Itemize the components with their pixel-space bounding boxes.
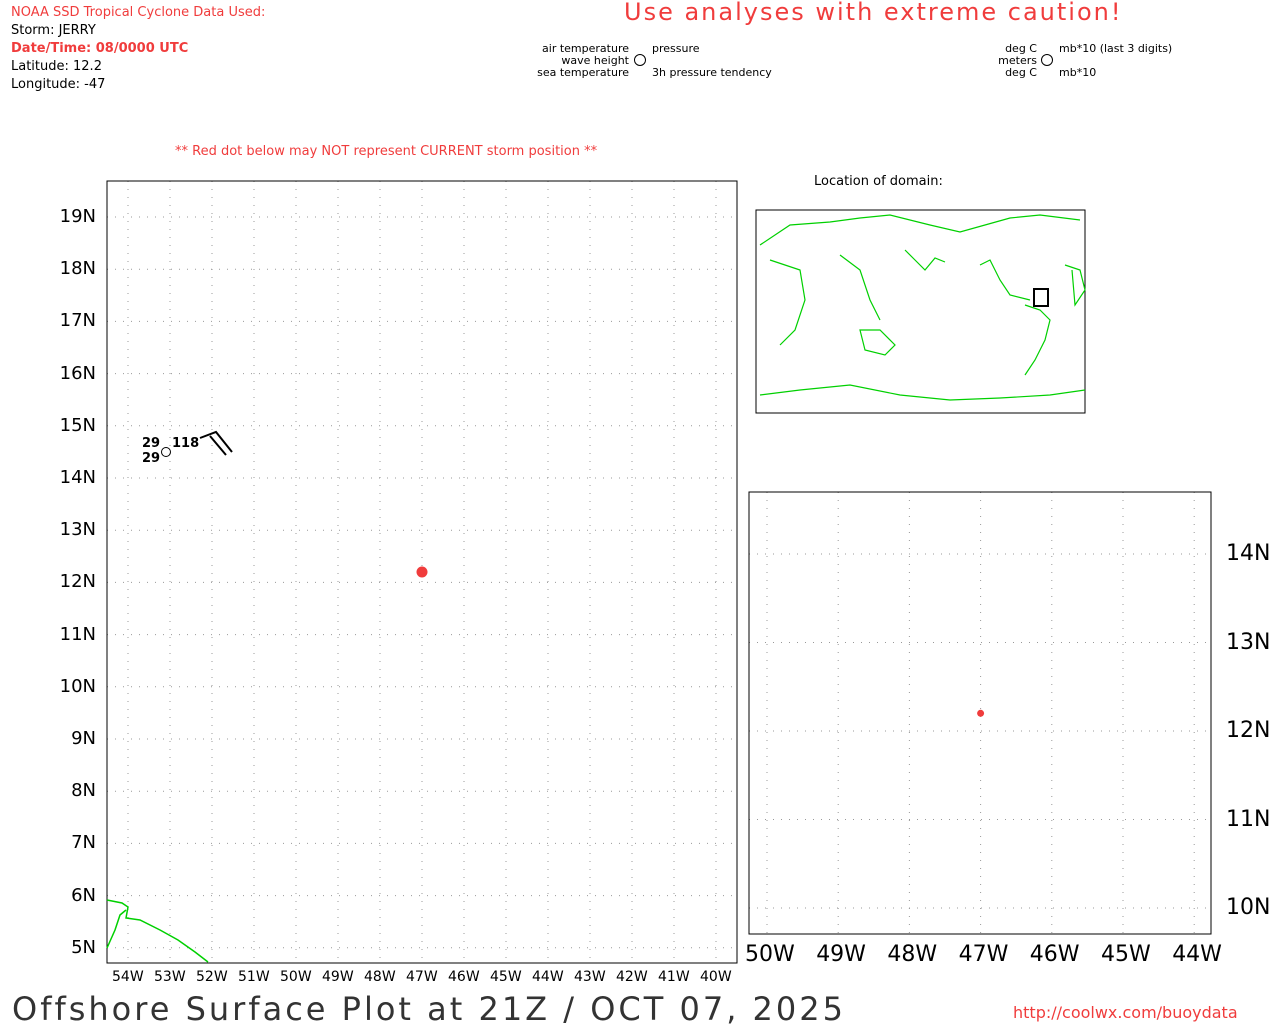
zoom-lat-label: 10N: [1226, 895, 1271, 920]
lat-label: 12N: [59, 571, 96, 593]
lon-label: 42W: [616, 969, 648, 985]
lat-label: 13N: [59, 519, 96, 541]
station-sea-temp: 29: [142, 451, 161, 466]
zoom-lon-label: 44W: [1172, 942, 1222, 967]
lon-label: 49W: [322, 969, 354, 985]
lat-label: 8N: [71, 780, 96, 802]
zoom-lat-label: 13N: [1226, 629, 1271, 655]
lon-label: 41W: [658, 969, 690, 985]
lat-label: 15N: [59, 414, 96, 436]
lon-label: 50W: [280, 969, 312, 985]
world-inset-map: [755, 209, 1086, 414]
zoom-lon-label: 50W: [745, 942, 795, 967]
lat-label: 11N: [59, 623, 96, 645]
lon-label: 52W: [196, 969, 228, 985]
lat-label: 17N: [59, 310, 96, 332]
zoom-lon-label: 49W: [816, 942, 866, 967]
lon-label: 54W: [112, 969, 144, 985]
lon-label: 47W: [406, 969, 438, 985]
wind-barb-icon: [199, 430, 233, 456]
south-america-coastline: [106, 899, 209, 963]
lon-label: 53W: [154, 969, 186, 985]
lon-label: 51W: [238, 969, 270, 985]
lon-label: 40W: [700, 969, 732, 985]
zoom-lat-label: 12N: [1226, 718, 1271, 743]
legend-units-circle-icon: [1041, 54, 1053, 66]
lat-label: 9N: [71, 728, 96, 749]
legend-station-circle-icon: [634, 54, 646, 66]
zoom-lon-label: 47W: [958, 942, 1009, 967]
zoom-lat-label: 14N: [1226, 541, 1271, 566]
lon-label: 44W: [532, 969, 564, 985]
source-url[interactable]: http://coolwx.com/buoydata: [1013, 1003, 1238, 1022]
lat-label: 16N: [59, 362, 96, 384]
zoom-lon-label: 48W: [887, 942, 938, 967]
storm-position-dot: [416, 566, 428, 578]
station-pressure: 118: [172, 436, 200, 451]
zoom-lat-label: 11N: [1226, 806, 1271, 832]
lon-label: 48W: [364, 969, 396, 985]
lat-label: 19N: [59, 206, 96, 227]
lon-label: 43W: [574, 969, 606, 985]
lat-label: 18N: [59, 258, 96, 280]
station-circle-icon: [161, 447, 171, 457]
lat-label: 6N: [71, 884, 96, 906]
zoom-storm-position-dot: [977, 709, 985, 717]
lat-label: 14N: [59, 467, 96, 488]
lon-label: 46W: [448, 969, 480, 985]
zoom-lon-label: 45W: [1101, 942, 1151, 967]
lat-label: 5N: [71, 936, 96, 958]
lat-label: 10N: [59, 675, 96, 697]
lon-label: 45W: [490, 969, 522, 985]
station-air-temp: 29: [142, 436, 161, 451]
zoom-lon-label: 46W: [1029, 942, 1080, 967]
lat-label: 7N: [71, 832, 96, 854]
map-canvas: [106, 54, 1212, 964]
plot-title: Offshore Surface Plot at 21Z / OCT 07, 2…: [12, 990, 846, 1028]
